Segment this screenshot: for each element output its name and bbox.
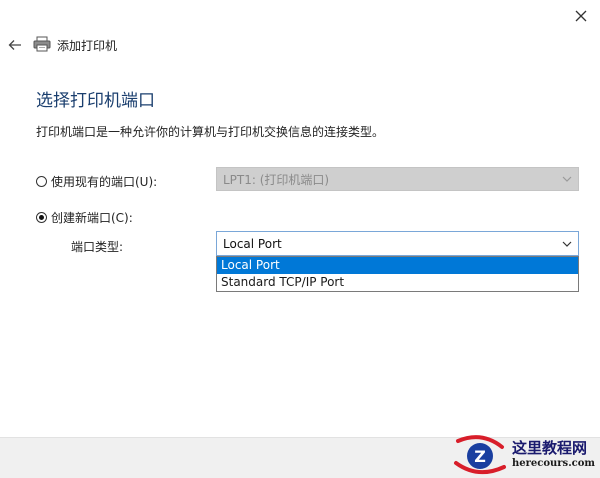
dropdown-option-standard-tcpip-port[interactable]: Standard TCP/IP Port: [217, 274, 578, 291]
site-watermark: Z 这里教程网 herecours.com: [452, 433, 600, 478]
page-description: 打印机端口是一种允许你的计算机与打印机交换信息的连接类型。: [36, 125, 385, 139]
watermark-title: 这里教程网: [512, 439, 588, 457]
back-arrow-icon: [8, 40, 21, 50]
port-type-select[interactable]: Local Port: [216, 231, 579, 256]
port-type-dropdown-list: Local Port Standard TCP/IP Port: [216, 256, 579, 292]
back-button[interactable]: [4, 34, 26, 56]
dropdown-option-local-port[interactable]: Local Port: [217, 257, 578, 274]
existing-port-select: LPT1: (打印机端口): [216, 167, 579, 191]
existing-port-select-value: LPT1: (打印机端口): [223, 172, 330, 187]
port-type-label: 端口类型:: [71, 240, 124, 254]
chevron-down-icon: [562, 176, 572, 182]
port-type-select-value: Local Port: [223, 236, 282, 251]
watermark-url: herecours.com: [512, 458, 596, 469]
existing-port-radio[interactable]: 使用现有的端口(U):: [36, 173, 157, 190]
page-heading: 选择打印机端口: [36, 91, 155, 111]
radio-checked-icon: [36, 212, 47, 223]
printer-icon: [33, 36, 51, 52]
watermark-logo: Z: [454, 435, 506, 475]
radio-unchecked-icon: [36, 176, 47, 187]
new-port-radio[interactable]: 创建新端口(C):: [36, 209, 133, 226]
new-port-label: 创建新端口(C):: [51, 211, 133, 225]
window-title: 添加打印机: [57, 39, 118, 53]
svg-text:Z: Z: [474, 447, 486, 466]
chevron-down-icon: [562, 241, 572, 247]
existing-port-label: 使用现有的端口(U):: [51, 175, 158, 189]
close-icon: [575, 10, 587, 22]
close-button[interactable]: [568, 4, 594, 28]
